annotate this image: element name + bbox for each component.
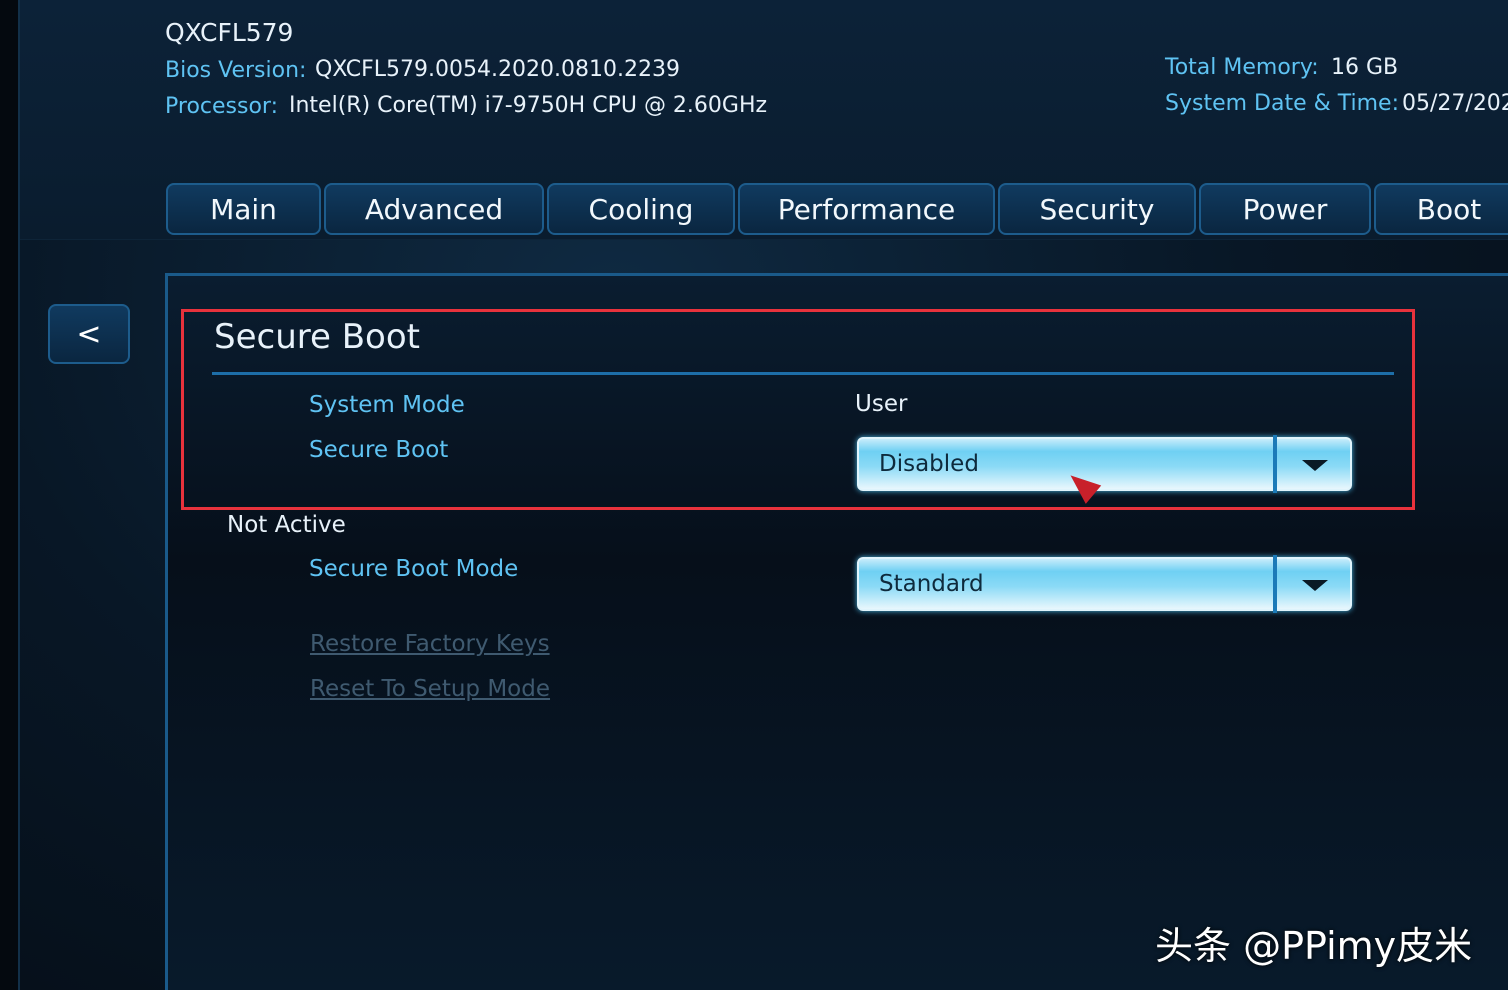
reset-setup-mode-link[interactable]: Reset To Setup Mode [310,676,550,702]
processor-label: Processor: [165,94,278,119]
secure-boot-status: Not Active [227,512,346,538]
dropdown-separator [1273,435,1277,493]
chevron-down-icon[interactable] [1302,580,1328,591]
secure-boot-mode-dropdown[interactable]: Standard [857,555,1352,613]
tab-boot[interactable]: Boot [1374,183,1508,235]
bios-version-value: QXCFL579.0054.2020.0810.2239 [315,57,680,82]
secure-boot-mode-value: Standard [879,571,984,597]
model-name: QXCFL579 [165,18,294,47]
dropdown-separator [1273,555,1277,613]
tab-power[interactable]: Power [1199,183,1371,235]
back-button[interactable]: < [48,304,130,364]
tab-security[interactable]: Security [998,183,1196,235]
tab-main[interactable]: Main [166,183,321,235]
datetime-value: 05/27/202 [1402,91,1508,116]
processor-value: Intel(R) Core(TM) i7-9750H CPU @ 2.60GHz [289,93,768,118]
system-mode-value: User [855,391,908,417]
secure-boot-value: Disabled [879,451,979,477]
memory-label: Total Memory: [1165,55,1319,80]
secure-boot-mode-label: Secure Boot Mode [309,556,519,582]
tab-cooling[interactable]: Cooling [547,183,735,235]
memory-value: 16 GB [1331,55,1399,80]
watermark: 头条 @PPimy皮米 [1155,924,1473,968]
secure-boot-dropdown[interactable]: Disabled [857,435,1352,493]
tab-advanced[interactable]: Advanced [324,183,544,235]
section-title: Secure Boot [214,317,420,357]
bios-version-label: Bios Version: [165,58,307,83]
tab-performance[interactable]: Performance [738,183,995,235]
title-divider [212,372,1394,375]
secure-boot-label: Secure Boot [309,437,449,463]
restore-factory-keys-link[interactable]: Restore Factory Keys [310,631,550,657]
system-mode-label: System Mode [309,392,465,418]
datetime-label: System Date & Time: [1165,91,1400,116]
chevron-down-icon[interactable] [1302,460,1328,471]
